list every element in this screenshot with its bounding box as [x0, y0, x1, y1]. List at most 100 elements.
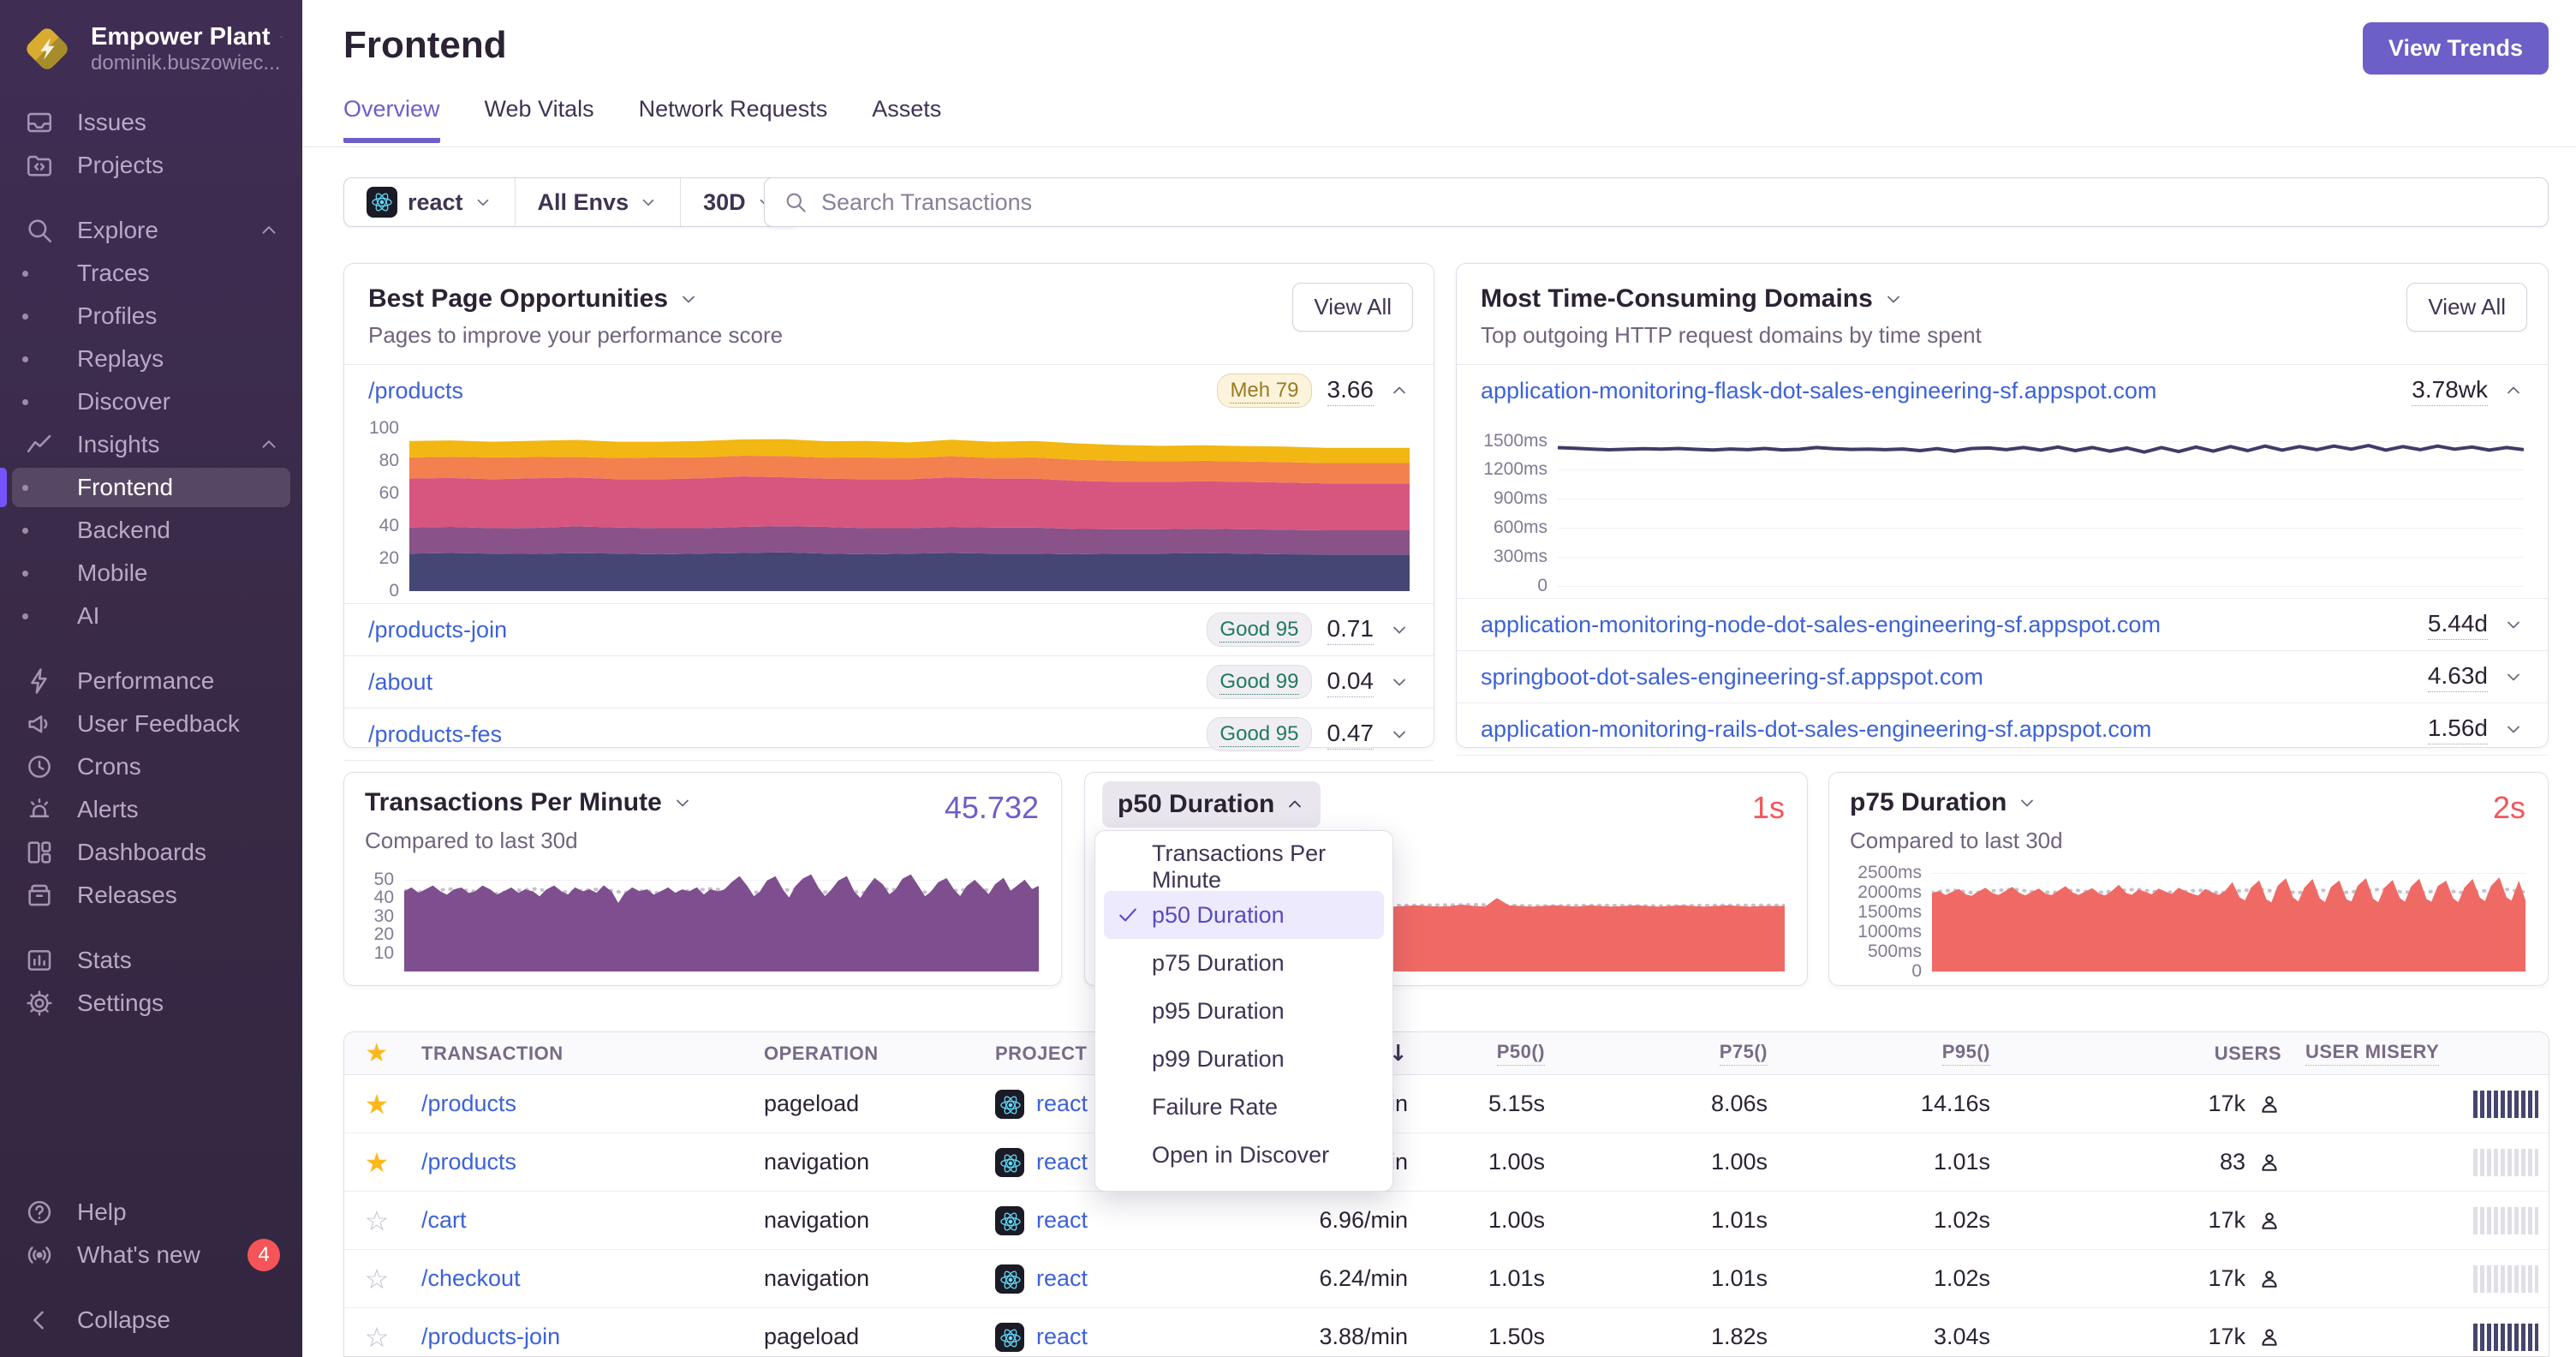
sidebar-item[interactable]: Performance [0, 660, 302, 702]
chevron-down-icon[interactable] [1389, 672, 1410, 692]
star-toggle[interactable]: ★ [365, 1146, 390, 1179]
transaction-link[interactable]: /products-join [421, 1324, 560, 1350]
opportunity-row[interactable]: /about Good 99 0.04 [344, 656, 1434, 708]
transaction-link[interactable]: /cart [421, 1207, 467, 1234]
sidebar-item[interactable]: Dashboards [0, 831, 302, 874]
transaction-link[interactable]: /checkout [421, 1265, 521, 1292]
opportunities-title-dropdown[interactable]: Best Page Opportunities [368, 284, 1410, 314]
chevron-up-icon[interactable] [2503, 380, 2524, 401]
p50-metric-dropdown-trigger[interactable]: p50 Duration [1102, 781, 1321, 828]
transaction-link[interactable]: /products [421, 1149, 516, 1175]
tpm-chart[interactable]: 50 40 30 20 10 [365, 869, 1039, 971]
table-column-header[interactable]: USER MISERY [2293, 1041, 2549, 1066]
sidebar-item[interactable] [0, 187, 302, 209]
sidebar-item[interactable]: Backend [0, 509, 302, 552]
sidebar-item[interactable]: Traces [0, 252, 302, 295]
project-link[interactable]: react [1036, 1207, 1088, 1234]
sidebar-footer-item[interactable]: What's new 4 [0, 1234, 302, 1276]
star-toggle[interactable]: ☆ [365, 1321, 390, 1354]
project-link[interactable]: react [1036, 1149, 1088, 1175]
domain-row-featured[interactable]: application-monitoring-flask-dot-sales-e… [1457, 365, 2548, 416]
sidebar-footer-item[interactable] [0, 1276, 302, 1299]
table-column-header[interactable]: TRANSACTION [409, 1043, 752, 1065]
p75-chart[interactable]: 2500ms 2000ms 1500ms 1000ms 500ms 0 [1850, 863, 2525, 981]
tab[interactable]: Assets [872, 96, 941, 143]
table-column-header[interactable]: OPERATION [752, 1043, 983, 1065]
tab[interactable]: Web Vitals [485, 96, 594, 143]
environment-filter[interactable]: All Envs [514, 178, 681, 226]
chevron-down-icon[interactable] [2503, 719, 2524, 739]
chevron-down-icon[interactable] [1389, 619, 1410, 640]
transaction-link[interactable]: /products-fes [368, 721, 502, 748]
sidebar-item[interactable]: Profiles [0, 295, 302, 338]
domain-row[interactable]: application-monitoring-rails-dot-sales-e… [1457, 703, 2548, 755]
project-link[interactable]: react [1036, 1324, 1088, 1350]
section-chevron-icon[interactable] [258, 219, 280, 242]
domain-row[interactable]: application-monitoring-node-dot-sales-en… [1457, 599, 2548, 650]
table-column-header[interactable]: ★ [344, 1038, 409, 1068]
sidebar-item[interactable]: Alerts [0, 788, 302, 831]
search-input[interactable] [821, 188, 2529, 216]
sidebar-item[interactable]: Releases [0, 874, 302, 917]
sidebar-item[interactable] [0, 637, 302, 660]
sidebar-item[interactable]: Crons [0, 745, 302, 788]
sidebar-item[interactable]: Projects [0, 144, 302, 187]
chevron-down-icon[interactable] [2503, 667, 2524, 687]
table-row[interactable]: ★ /products pageload react …/min 5.15s 8… [344, 1075, 2549, 1133]
table-column-header[interactable]: P95() [1780, 1041, 2002, 1066]
menu-item[interactable]: Transactions Per Minute [1104, 840, 1384, 893]
domain-row[interactable]: springboot-dot-sales-engineering-sf.apps… [1457, 651, 2548, 702]
search-transactions-box[interactable] [764, 177, 2549, 227]
p75-metric-dropdown[interactable]: p75 Duration [1850, 788, 2037, 817]
table-row[interactable]: ☆ /products-join pageload react 3.88/min… [344, 1308, 2549, 1356]
tab[interactable]: Network Requests [639, 96, 828, 143]
sidebar-item[interactable]: User Feedback [0, 702, 302, 745]
section-chevron-icon[interactable] [258, 433, 280, 456]
page-score-chart[interactable]: 100 80 60 40 20 0 [344, 416, 1434, 603]
sidebar-footer-item[interactable]: Help [0, 1191, 302, 1234]
menu-item[interactable]: p95 Duration [1104, 987, 1384, 1035]
opportunities-view-all-button[interactable]: View All [1292, 283, 1413, 332]
table-column-header[interactable]: P50() [1420, 1041, 1557, 1066]
chevron-down-icon[interactable] [2503, 614, 2524, 635]
domain-duration-chart[interactable]: 1500ms 1200ms 900ms 600ms 300ms 0 [1457, 416, 2548, 598]
domains-title-dropdown[interactable]: Most Time-Consuming Domains [1481, 284, 2524, 314]
star-toggle[interactable]: ★ [365, 1088, 390, 1121]
sidebar-item[interactable]: AI [0, 595, 302, 637]
star-toggle[interactable]: ☆ [365, 1263, 390, 1295]
chevron-up-icon[interactable] [1389, 380, 1410, 401]
tpm-metric-dropdown[interactable]: Transactions Per Minute [365, 788, 693, 817]
sidebar-item[interactable]: Replays [0, 338, 302, 380]
table-column-header[interactable]: USERS [2002, 1043, 2293, 1065]
chevron-down-icon[interactable] [1389, 724, 1410, 744]
transaction-link[interactable]: /products [421, 1091, 516, 1117]
sidebar-item[interactable]: Mobile [0, 552, 302, 595]
menu-item[interactable]: p99 Duration [1104, 1035, 1384, 1083]
domain-link[interactable]: application-monitoring-rails-dot-sales-e… [1481, 716, 2151, 743]
project-link[interactable]: react [1036, 1091, 1088, 1117]
opportunity-row[interactable]: /products-fes Good 95 0.47 [344, 708, 1434, 760]
project-link[interactable]: react [1036, 1265, 1088, 1292]
domains-view-all-button[interactable]: View All [2406, 283, 2527, 332]
domain-link[interactable]: springboot-dot-sales-engineering-sf.apps… [1481, 664, 1983, 690]
menu-item[interactable]: p50 Duration [1104, 891, 1384, 939]
transaction-link[interactable]: /products [368, 378, 463, 404]
menu-item[interactable]: Open in Discover [1104, 1131, 1384, 1179]
tab[interactable]: Overview [343, 96, 440, 143]
view-trends-button[interactable]: View Trends [2362, 22, 2549, 75]
sidebar-item[interactable]: Frontend [0, 466, 302, 509]
org-switcher[interactable]: Empower Plant dominik.buszowiec... [0, 0, 302, 101]
table-row[interactable]: ☆ /checkout navigation react 6.24/min 1.… [344, 1250, 2549, 1308]
sidebar-item[interactable]: Discover [0, 380, 302, 423]
sidebar-item[interactable]: Settings [0, 982, 302, 1025]
menu-item[interactable]: Failure Rate [1104, 1083, 1384, 1131]
table-row[interactable]: ★ /products navigation react …/min 1.00s… [344, 1133, 2549, 1192]
transaction-link[interactable]: /about [368, 669, 432, 696]
table-column-header[interactable]: P75() [1557, 1041, 1780, 1066]
opportunity-row-featured[interactable]: /products Meh 79 3.66 [344, 365, 1434, 416]
menu-item[interactable]: p75 Duration [1104, 939, 1384, 987]
table-row[interactable]: ☆ /cart navigation react 6.96/min 1.00s … [344, 1192, 2549, 1250]
sidebar-item[interactable]: Explore [0, 209, 302, 252]
domain-link[interactable]: application-monitoring-flask-dot-sales-e… [1481, 378, 2156, 404]
transaction-link[interactable]: /products-join [368, 617, 507, 643]
